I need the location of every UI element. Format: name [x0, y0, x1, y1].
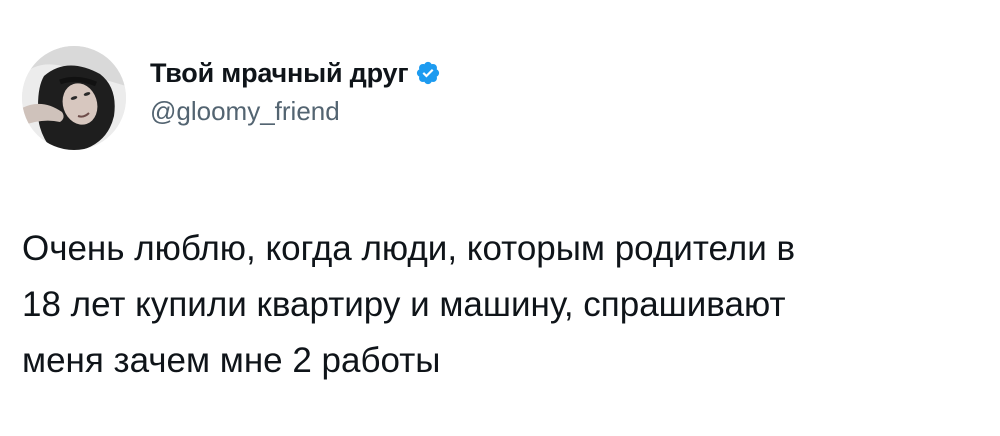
verified-badge-icon[interactable] [415, 60, 441, 86]
avatar-photo [22, 46, 126, 150]
author-handle[interactable]: @gloomy_friend [150, 96, 441, 127]
avatar[interactable] [22, 46, 126, 150]
author-block: Твой мрачный друг @gloomy_friend [150, 56, 441, 127]
author-name-row: Твой мрачный друг [150, 56, 441, 90]
tweet-card: Твой мрачный друг @gloomy_friend Очень л… [0, 0, 1000, 436]
author-display-name[interactable]: Твой мрачный друг [150, 58, 409, 89]
tweet-text: Очень люблю, когда люди, которым родител… [22, 229, 796, 380]
